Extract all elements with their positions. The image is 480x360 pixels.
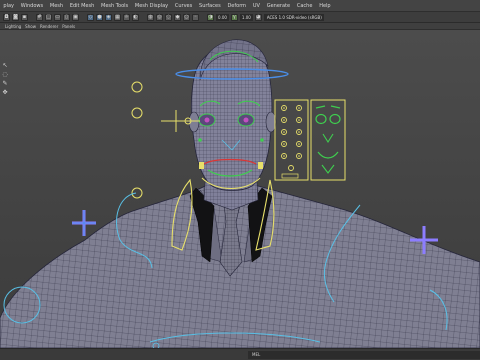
menu-mesh-display[interactable]: Mesh Display — [132, 0, 172, 12]
ambient-occlusion-icon[interactable]: ◍ — [147, 13, 154, 21]
face-panel-jaw-icon[interactable] — [321, 164, 335, 174]
menu-help[interactable]: Help — [316, 0, 334, 12]
face-panel-sliders-knobs[interactable] — [281, 105, 302, 171]
panel-toolbar: ◘ ◙ ▪ # □ ▭ ▯ ▣ ◇ ● ◈ ▦ ☼ ◐ ◍ ◎ ◌ ◆ ○ ◦ … — [0, 12, 480, 23]
menu-cache[interactable]: Cache — [293, 0, 315, 12]
face-panel-mouth-icon[interactable] — [317, 151, 339, 159]
mouth-corner-right-control[interactable] — [258, 162, 263, 169]
command-input[interactable] — [248, 351, 480, 359]
depth-of-field-icon[interactable]: ◌ — [165, 13, 172, 21]
smooth-shade-icon[interactable]: ● — [96, 13, 103, 21]
anti-aliasing-icon[interactable]: ◎ — [156, 13, 163, 21]
panel-menu-panels[interactable]: Panels — [60, 24, 77, 29]
grid-icon[interactable]: # — [36, 13, 43, 21]
move-tool-icon[interactable]: ✥ — [1, 89, 9, 97]
scene-render — [0, 39, 480, 348]
view-transform-dropdown[interactable]: ACES 1.0 SDR-video (sRGB) — [263, 13, 324, 21]
menu-mesh-tools[interactable]: Mesh Tools — [98, 0, 132, 12]
menu-play[interactable]: play — [0, 0, 17, 12]
3d-viewport[interactable]: ↖ ◌ ✎ ✥ — [0, 30, 480, 348]
textured-icon[interactable]: ▦ — [114, 13, 121, 21]
wireframe-icon[interactable]: ◇ — [87, 13, 94, 21]
eye-left-pupil — [204, 117, 210, 123]
menu-uv[interactable]: UV — [249, 0, 263, 12]
menu-surfaces[interactable]: Surfaces — [196, 0, 224, 12]
ctrl-circle-left-lower[interactable] — [131, 187, 143, 199]
shadows-icon[interactable]: ◐ — [132, 13, 139, 21]
face-panel-nose-icon[interactable] — [322, 133, 334, 144]
face-panel-eye-right-icon[interactable] — [329, 113, 341, 125]
cheek-right-control[interactable] — [260, 138, 264, 142]
viewport-tool-sidebar: ↖ ◌ ✎ ✥ — [1, 62, 10, 97]
face-panel-sliders-footer[interactable] — [281, 173, 299, 179]
exposure-field[interactable]: 0.00 — [216, 13, 229, 21]
safe-action-icon[interactable]: ▣ — [72, 13, 79, 21]
bookmark-icon[interactable]: ▪ — [21, 13, 28, 21]
cheek-left-control[interactable] — [198, 138, 202, 142]
menu-mesh[interactable]: Mesh — [46, 0, 66, 12]
wireframe-on-shaded-icon[interactable]: ◈ — [105, 13, 112, 21]
main-menubar: play Windows Mesh Edit Mesh Mesh Tools M… — [0, 0, 480, 12]
viewport-panel-menu: Lighting Show Renderer Panels — [0, 23, 480, 30]
paint-select-icon[interactable]: ✎ — [1, 80, 9, 88]
mouth-corner-left-control[interactable] — [199, 162, 204, 169]
gate-mask-icon[interactable]: ▯ — [63, 13, 70, 21]
face-panel-expressions[interactable] — [310, 99, 346, 181]
panel-menu-show[interactable]: Show — [23, 24, 38, 29]
film-gate-icon[interactable]: □ — [45, 13, 52, 21]
menu-generate[interactable]: Generate — [263, 0, 293, 12]
gamma-icon[interactable]: γ — [230, 13, 238, 21]
command-language-label[interactable]: MEL — [252, 351, 260, 359]
maya-window: play Windows Mesh Edit Mesh Mesh Tools M… — [0, 0, 480, 360]
panel-menu-lighting[interactable]: Lighting — [3, 24, 23, 29]
command-line: MEL — [0, 348, 480, 360]
character-body-wireframe — [0, 186, 480, 348]
lasso-tool-icon[interactable]: ◌ — [1, 71, 9, 79]
face-panel-sliders-dots — [283, 107, 300, 157]
resolution-gate-icon[interactable]: ▭ — [54, 13, 61, 21]
ctrl-circle-top[interactable] — [131, 81, 143, 93]
ctrl-circle-bottom[interactable] — [131, 107, 143, 119]
menu-edit-mesh[interactable]: Edit Mesh — [66, 0, 97, 12]
gamma-field[interactable]: 1.00 — [239, 13, 253, 21]
color-management-icon[interactable]: ◕ — [254, 13, 262, 21]
exposure-icon[interactable]: ◑ — [207, 13, 214, 21]
camera-icon[interactable]: ◘ — [3, 13, 10, 21]
select-tool-icon[interactable]: ↖ — [1, 62, 9, 70]
xray-joints-icon[interactable]: ◦ — [192, 13, 199, 21]
panel-menu-renderer[interactable]: Renderer — [38, 24, 60, 29]
face-panel-eye-left-icon[interactable] — [315, 113, 327, 125]
isolate-select-icon[interactable]: ◆ — [174, 13, 181, 21]
menu-curves[interactable]: Curves — [171, 0, 195, 12]
xray-icon[interactable]: ○ — [183, 13, 190, 21]
eye-right-pupil — [243, 117, 249, 123]
camera-attributes-icon[interactable]: ◙ — [12, 13, 19, 21]
lights-icon[interactable]: ☼ — [123, 13, 130, 21]
face-panel-brows-icon[interactable] — [315, 105, 341, 109]
face-panel-sliders[interactable] — [274, 99, 309, 181]
menu-deform[interactable]: Deform — [224, 0, 249, 12]
pole-vector-left-outline — [72, 210, 96, 236]
menu-windows[interactable]: Windows — [17, 0, 46, 12]
